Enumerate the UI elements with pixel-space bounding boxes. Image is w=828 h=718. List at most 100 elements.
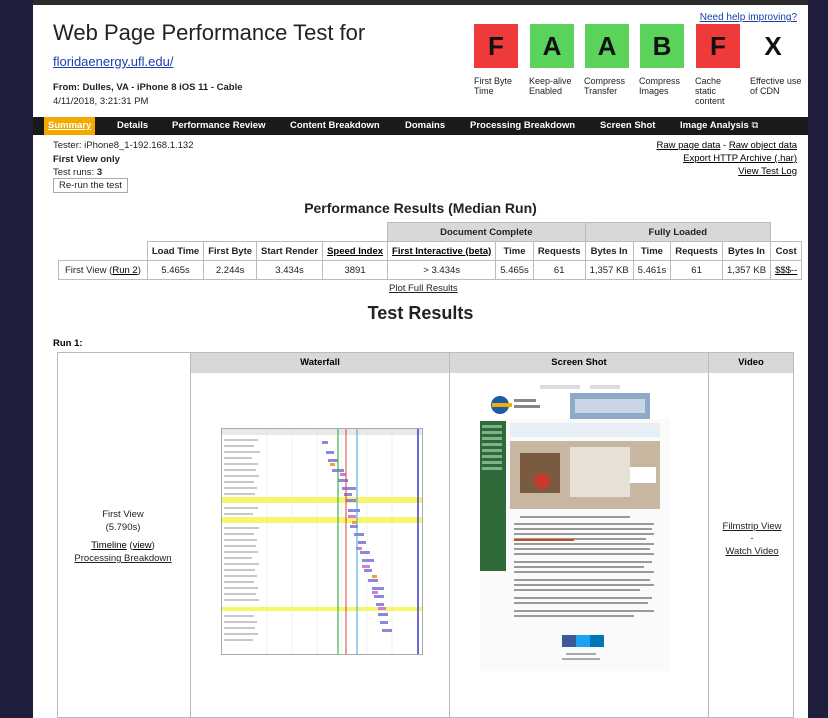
grade-label-compress-transfer: Compress Transfer [584,76,626,96]
perf-header: Time [495,241,534,261]
tab-image-analysis[interactable]: Image Analysis ⧉ [680,120,758,131]
tab-processing-breakdown[interactable]: Processing Breakdown [470,120,575,131]
col-screenshot: Screen Shot [449,353,708,373]
perf-group-doc: Document Complete [387,222,586,242]
view-test-log-link[interactable]: View Test Log [738,166,797,177]
perf-value: 2.244s [203,260,258,280]
filmstrip-view-link[interactable]: Filmstrip View [687,521,808,532]
run-2-link[interactable]: Run 2 [112,265,137,276]
perf-value: 61 [670,260,723,280]
grade-label-keep-alive: Keep-alive Enabled [529,76,572,96]
processing-breakdown-link[interactable]: Processing Breakdown [58,553,188,564]
test-runs-count: 3 [96,167,103,178]
perf-header: Start Render [256,241,324,261]
tab-summary[interactable]: Summary [44,117,96,135]
screenshot-cell[interactable] [449,373,708,718]
first-interactive-link[interactable]: First Interactive (beta) [392,246,491,257]
test-results-title: Test Results [367,303,474,323]
tab-content-breakdown[interactable]: Content Breakdown [290,120,380,131]
tab-screen-shot[interactable]: Screen Shot [600,120,655,131]
page-title: Web Page Performance Test for [53,20,366,45]
cost-link[interactable]: $$$-- [775,265,797,276]
first-view-only: First View only [53,154,120,165]
run-label-cell: First View (5.790s) Timeline (view) Proc… [58,373,190,718]
perf-value: > 3.434s [387,260,497,280]
help-link[interactable]: Need help improving? [700,12,797,23]
grade-keep-alive[interactable]: A [530,24,574,68]
perf-spacer [59,223,388,242]
perf-value: 5.465s [146,260,205,280]
export-har-link[interactable]: Export HTTP Archive (.har) [683,153,797,164]
grade-cdn[interactable]: X [751,24,795,68]
tab-domains[interactable]: Domains [405,120,445,131]
timeline-link[interactable]: Timeline [91,540,127,551]
video-separator: - [750,533,754,544]
col-waterfall: Waterfall [190,353,449,373]
grade-label-cache-static: Cache static content [695,76,725,106]
timeline-links: Timeline (view) [58,540,188,551]
perf-value: 5.461s [632,260,672,280]
perf-table: Document Complete Fully Loaded Load Time… [58,222,803,280]
plot-full-results-link[interactable]: Plot Full Results [389,283,458,294]
perf-value: 1,357 KB [584,260,634,280]
test-runs: Test runs: 3 [53,167,102,178]
top-strip [33,0,808,5]
raw-page-data-link[interactable]: Raw page data [657,140,721,151]
perf-value: 1,357 KB [721,260,772,280]
timeline-view-link[interactable]: view [133,540,152,551]
test-location: From: Dulles, VA - iPhone 8 iOS 11 - Cab… [53,82,243,93]
grade-compress-transfer[interactable]: A [585,24,629,68]
results-table: Waterfall Screen Shot Video First View (… [57,352,794,718]
waterfall-thumbnail[interactable] [221,428,423,655]
video-cell: Filmstrip View - Watch Video [708,373,793,718]
tab-details[interactable]: Details [117,120,148,131]
grade-label-first-byte: First Byte Time [474,76,513,96]
perf-header: Bytes In [721,241,772,261]
external-link-icon: ⧉ [751,120,759,131]
watch-video-link[interactable]: Watch Video [687,546,808,557]
grade-first-byte[interactable]: F [474,24,518,68]
speed-index-link[interactable]: Speed Index [327,246,383,257]
page: Web Page Performance Test for floridaene… [33,0,808,718]
perf-header: Requests [532,241,586,261]
tested-url-link[interactable]: floridaenergy.ufl.edu/ [53,54,173,69]
raw-object-data-link[interactable]: Raw object data [729,140,797,151]
tab-performance-review[interactable]: Performance Review [172,120,265,131]
nav-bar: Summary Details Performance Review Conte… [33,117,808,135]
perf-row-label: First View (Run 2) [58,260,148,280]
perf-value: 5.465s [495,260,534,280]
raw-links-separator: - [720,140,729,151]
grade-label-cdn: Effective use of CDN [750,76,802,96]
perf-header: Load Time [146,241,205,261]
test-runs-label: Test runs: [53,167,97,178]
grade-compress-images[interactable]: B [640,24,684,68]
rerun-test-button[interactable]: Re-run the test [53,178,128,193]
grade-cache-static[interactable]: F [696,24,740,68]
perf-value: 61 [532,260,586,280]
perf-header: Time [632,241,672,261]
test-date: 4/11/2018, 3:21:31 PM [53,96,149,107]
perf-group-full: Fully Loaded [584,222,772,242]
first-view-time: (5.790s) [105,522,141,533]
perf-cost[interactable]: $$$-- [770,260,803,280]
grade-label-compress-images: Compress Images [639,76,681,96]
perf-header: Requests [670,241,723,261]
waterfall-cell[interactable] [190,373,449,718]
perf-corner [59,242,148,261]
perf-header-link[interactable]: First Interactive (beta) [387,241,497,261]
first-view-label: First View [102,509,144,520]
tab-image-analysis-label: Image Analysis [680,120,749,131]
tester-info: Tester: iPhone8_1-192.168.1.132 [53,140,194,151]
screenshot-thumbnail[interactable] [480,381,670,671]
perf-header-link[interactable]: Speed Index [322,241,389,261]
perf-header: Cost [770,241,803,261]
perf-value: 3.434s [256,260,324,280]
run-1-label: Run 1: [53,338,83,349]
view-paren-close: ) [151,540,155,551]
perf-results-title: Performance Results (Median Run) [304,200,537,216]
perf-value: 3891 [322,260,389,280]
perf-header: First Byte [203,241,258,261]
perf-row-label-text: First View ( [65,264,113,276]
perf-header: Bytes In [584,241,634,261]
raw-data-links: Raw page data - Raw object data [657,140,798,151]
